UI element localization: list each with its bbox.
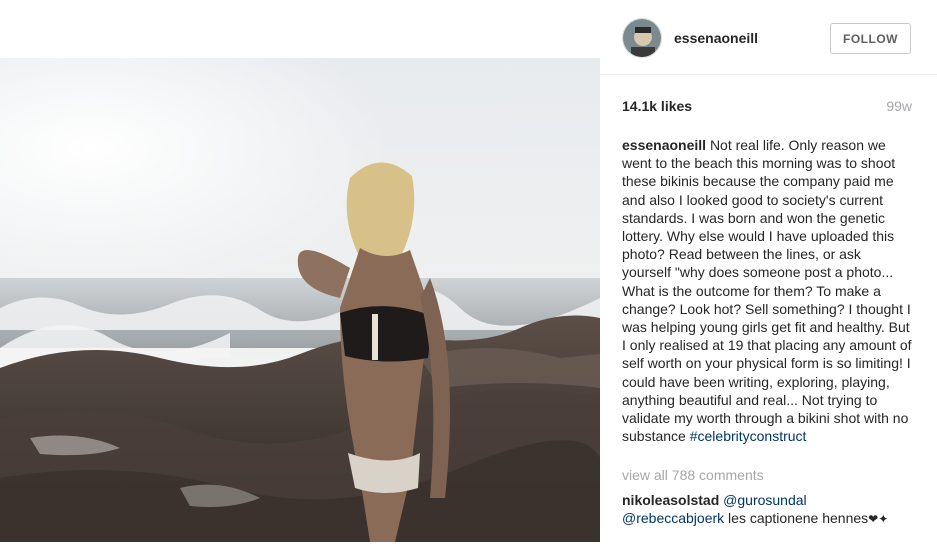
post-side-panel: essenaoneill FOLLOW 14.1k likes 99w esse… (600, 0, 937, 559)
view-all-comments-link[interactable]: view all 788 comments (622, 467, 764, 483)
caption-hashtag[interactable]: #celebrityconstruct (690, 428, 807, 444)
comment-item: nikoleasolstad @gurosundal (622, 491, 922, 509)
comment-mention[interactable]: @rebeccabjoerk (622, 510, 724, 526)
comment-text: les captionene hennes (728, 510, 869, 526)
comment-item: @rebeccabjoerk les captionene hennes❤✦ (622, 509, 922, 528)
caption: essenaoneill Not real life. Only reason … (622, 136, 912, 445)
beach-photo-image (0, 58, 600, 542)
post-age[interactable]: 99w (886, 98, 912, 114)
username[interactable]: essenaoneill (674, 30, 758, 46)
likes-row: 14.1k likes 99w (622, 98, 912, 116)
follow-button[interactable]: FOLLOW (830, 23, 911, 54)
avatar[interactable] (622, 18, 662, 58)
likes-count[interactable]: 14.1k likes (622, 98, 692, 114)
post-photo[interactable] (0, 58, 600, 542)
post-header: essenaoneill FOLLOW (600, 0, 937, 75)
comment-mention[interactable]: @gurosundal (723, 492, 807, 508)
avatar-icon (623, 19, 661, 57)
comment-author[interactable]: nikoleasolstad (622, 492, 719, 508)
heart-emoji-icon: ❤✦ (868, 512, 889, 526)
caption-author[interactable]: essenaoneill (622, 137, 706, 153)
caption-text: Not real life. Only reason we went to th… (622, 137, 912, 445)
